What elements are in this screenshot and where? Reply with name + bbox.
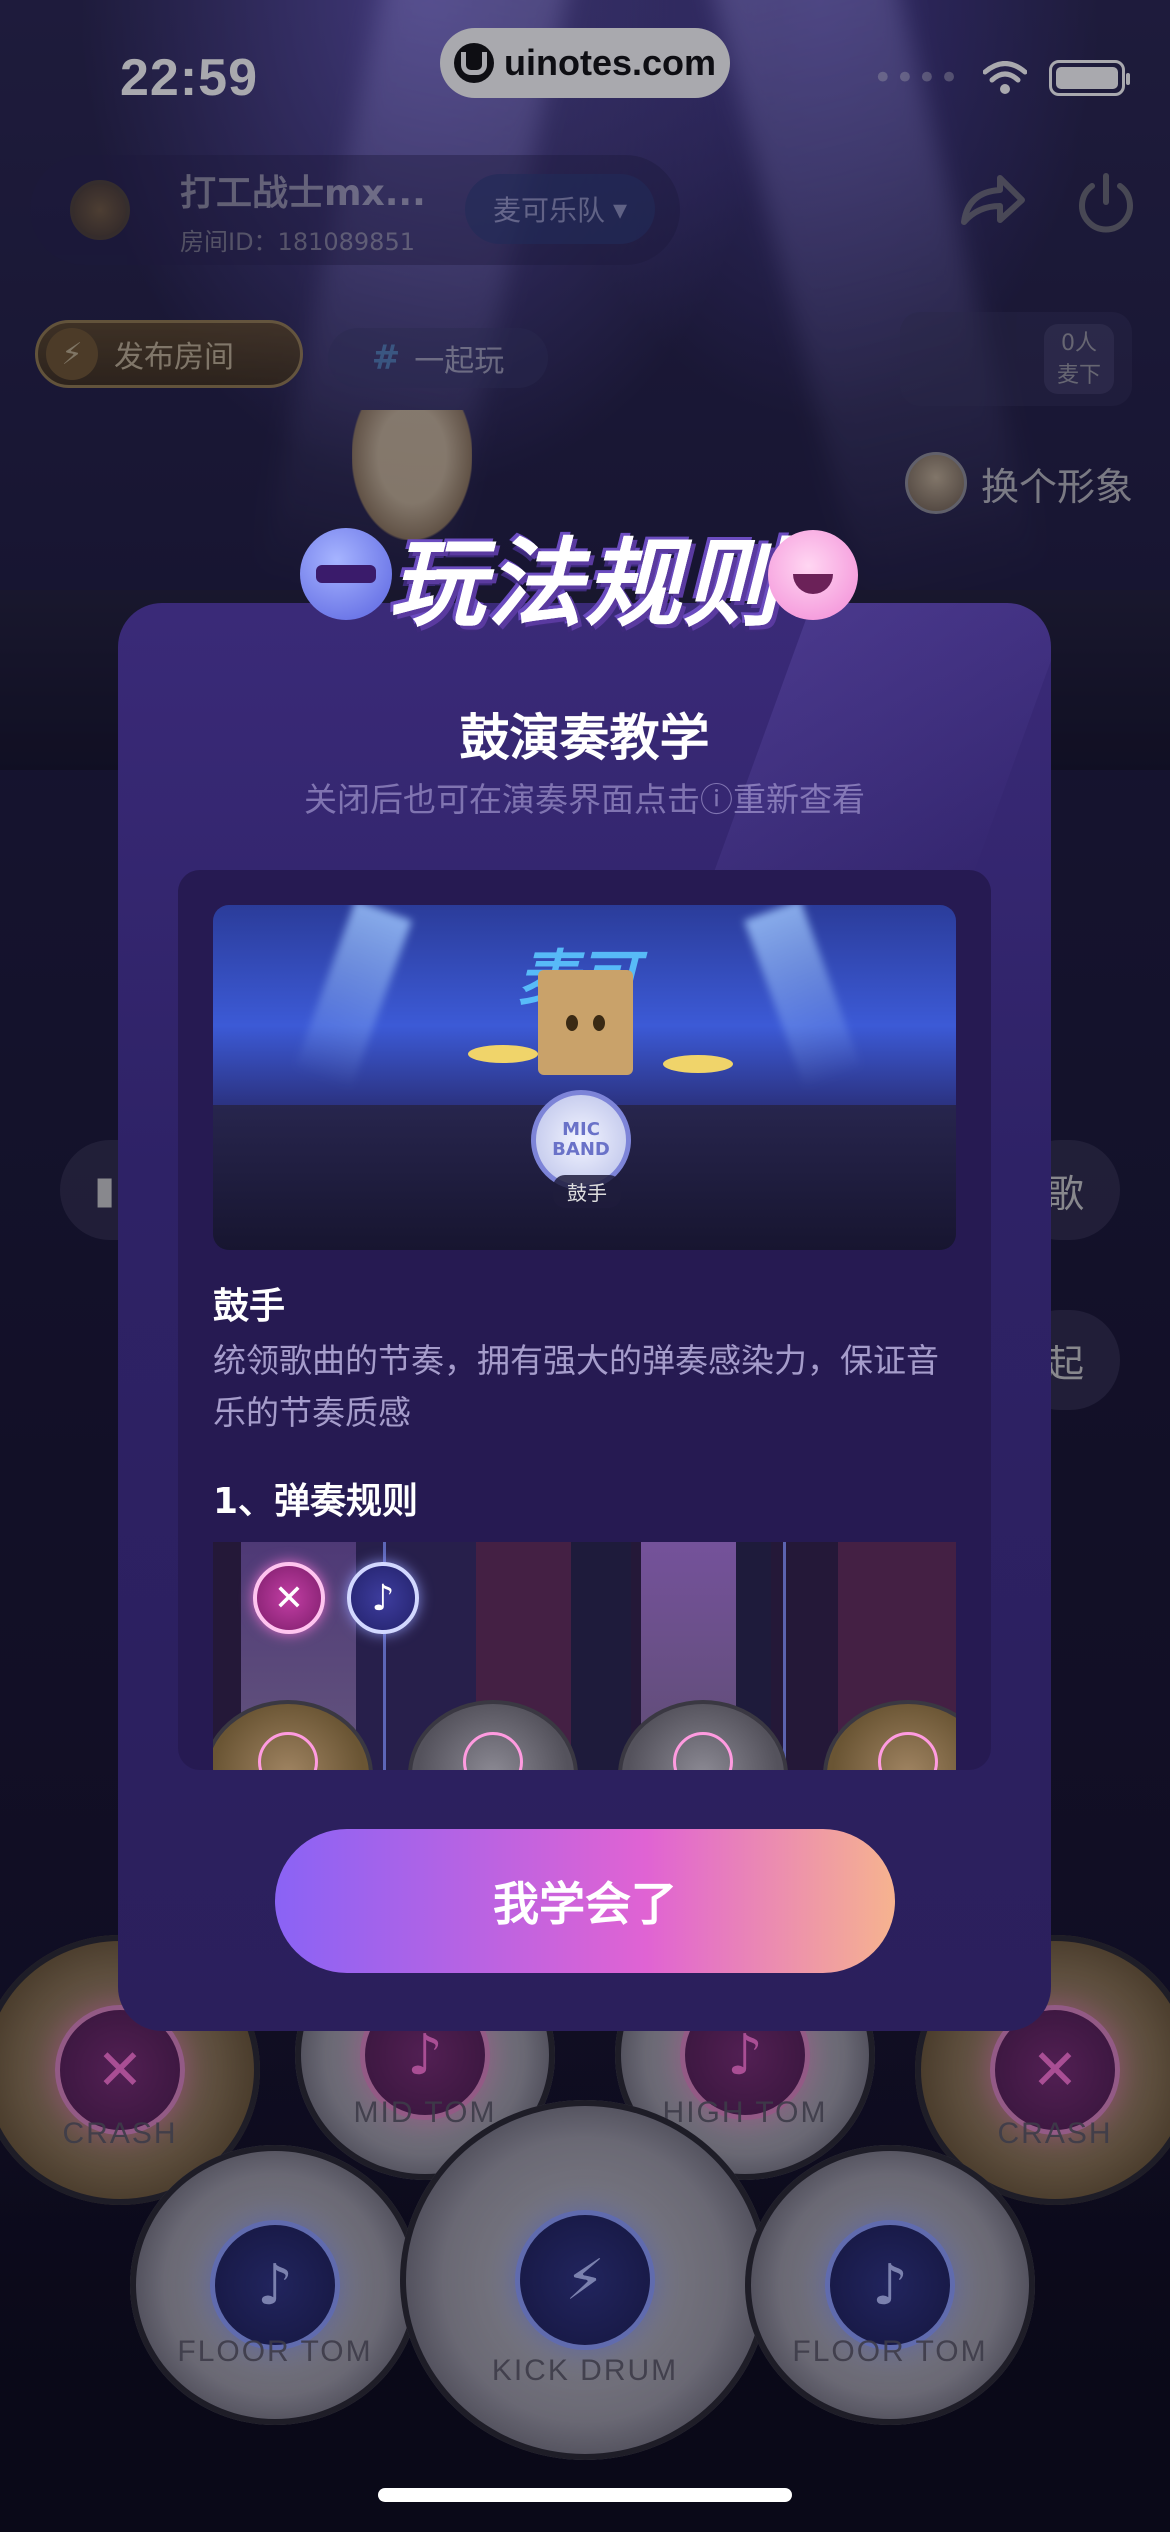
- home-indicator[interactable]: [378, 2488, 792, 2502]
- rule-demo-lanes: ✕ ♪: [213, 1542, 956, 1770]
- drummer-character: [538, 970, 633, 1075]
- crash-note-icon: ✕: [253, 1562, 325, 1634]
- tutorial-scroll-area[interactable]: 麦可 MIC BAND 鼓手 鼓手 统领歌曲的节奏，拥有强大的弹奏感染力，保证音…: [178, 870, 991, 1770]
- modal-title: 鼓演奏教学: [459, 709, 710, 767]
- music-note-icon: ♪: [347, 1562, 419, 1634]
- drummer-illustration: 麦可 MIC BAND 鼓手: [213, 905, 956, 1250]
- cool-emoji-icon: [300, 528, 392, 620]
- modal-subtitle: 关闭后也可在演奏界面点击ⓘ重新查看: [304, 780, 865, 819]
- got-it-button[interactable]: 我学会了: [275, 1829, 895, 1973]
- drummer-tag: 鼓手: [553, 1175, 621, 1208]
- rule-title: 1、弹奏规则: [213, 1481, 419, 1522]
- rules-modal: 鼓演奏教学 关闭后也可在演奏界面点击ⓘ重新查看 麦可 MIC BAND 鼓手 鼓…: [118, 603, 1051, 2031]
- role-title: 鼓手: [213, 1286, 286, 1327]
- happy-emoji-icon: [768, 530, 858, 620]
- role-description: 统领歌曲的节奏，拥有强大的弹奏感染力，保证音乐的节奏质感: [213, 1341, 939, 1432]
